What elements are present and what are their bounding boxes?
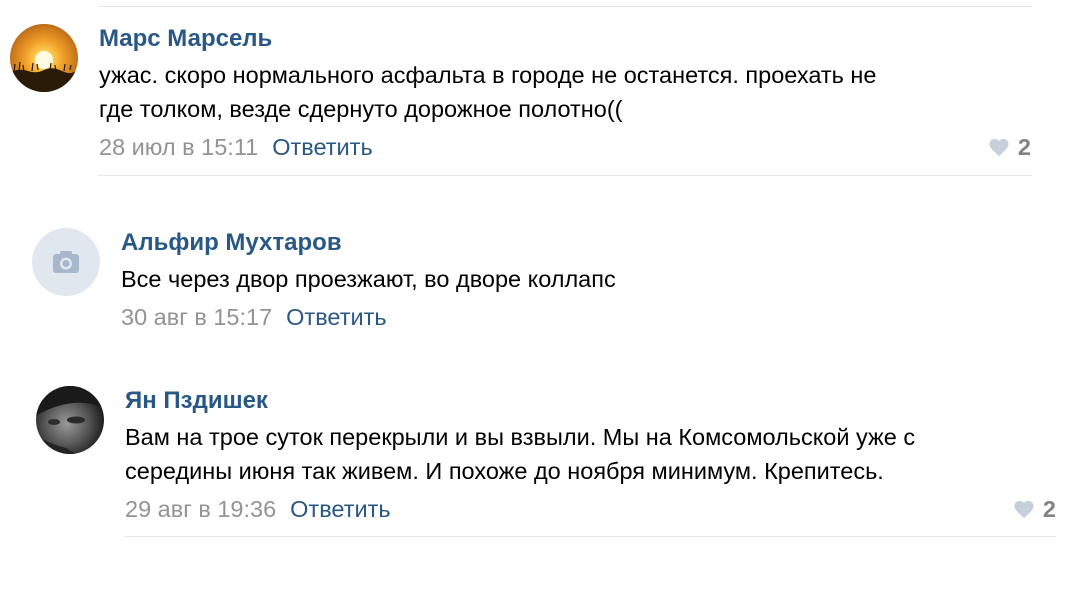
face-avatar-image [36, 386, 104, 454]
comment-text-line: где толком, везде сдернуто дорожное поло… [99, 96, 623, 122]
reply-button[interactable]: Ответить [286, 304, 386, 330]
comment-meta: 30 авг в 15:17 Ответить [121, 302, 1031, 332]
camera-icon [32, 228, 100, 296]
top-divider [98, 6, 1032, 7]
avatar[interactable] [32, 228, 100, 296]
comment-author[interactable]: Ян Пздишек [125, 386, 1056, 416]
comment-text: Все через двор проезжают, во дворе колла… [121, 262, 1031, 296]
reply-button[interactable]: Ответить [272, 134, 372, 160]
comment-text: Вам на трое суток перекрыли и вы взвыли.… [125, 420, 1056, 488]
comment-text-line: ужас. скоро нормального асфальта в город… [99, 62, 877, 88]
comment-date[interactable]: 29 авг в 19:36 [125, 496, 276, 522]
comment-meta: 28 июл в 15:11 Ответить 2 [99, 132, 1031, 162]
like-count: 2 [1017, 134, 1031, 160]
like-count: 2 [1042, 496, 1056, 522]
comment-text-line: Все через двор проезжают, во дворе колла… [121, 266, 616, 292]
comment-author[interactable]: Альфир Мухтаров [121, 228, 1031, 258]
comment-text-line: Вам на трое суток перекрыли и вы взвыли.… [125, 424, 916, 450]
avatar[interactable] [10, 24, 78, 92]
comment-date[interactable]: 30 авг в 15:17 [121, 304, 272, 330]
heart-icon [1013, 499, 1035, 519]
comment-divider [124, 536, 1056, 537]
comment-date[interactable]: 28 июл в 15:11 [99, 134, 258, 160]
like-button[interactable]: 2 [1013, 494, 1056, 524]
comment-meta: 29 авг в 19:36 Ответить 2 [125, 494, 1056, 524]
comment-text: ужас. скоро нормального асфальта в город… [99, 58, 1031, 126]
reply-button[interactable]: Ответить [290, 496, 390, 522]
sunset-avatar-image [10, 24, 78, 92]
comment-author[interactable]: Марс Марсель [99, 24, 1031, 54]
like-button[interactable]: 2 [988, 132, 1031, 162]
comment-divider [98, 175, 1032, 176]
comment-text-line: середины июня так живем. И похоже до ноя… [125, 458, 884, 484]
heart-icon [988, 137, 1010, 157]
avatar[interactable] [36, 386, 104, 454]
